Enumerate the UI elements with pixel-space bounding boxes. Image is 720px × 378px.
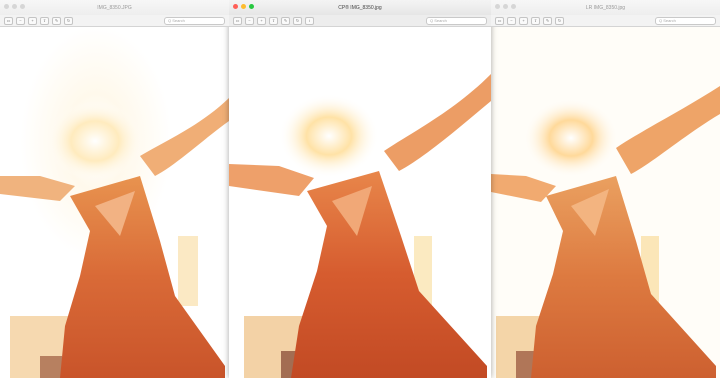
- close-button[interactable]: [495, 4, 500, 9]
- window-title: CP® IMG_8350.jpg: [338, 4, 382, 11]
- close-button[interactable]: [233, 4, 238, 9]
- preview-window-left: IMG_8350.JPG ▭ − + ⇧ ✎ ↻ Q Search: [0, 0, 229, 378]
- traffic-lights: [495, 4, 516, 9]
- photo-image: [0, 26, 229, 378]
- zoom-button[interactable]: [249, 4, 254, 9]
- window-titlebar[interactable]: LR IMG_8350.jpg: [491, 0, 720, 16]
- preview-window-middle: CP® IMG_8350.jpg ▭ − + ⇧ ✎ ↻ i Q Search: [229, 0, 491, 378]
- info-icon[interactable]: i: [305, 16, 314, 25]
- photo-view: [0, 26, 229, 378]
- photo-view: [229, 26, 491, 378]
- preview-window-right: LR IMG_8350.jpg ▭ − + ⇧ ✎ ↻ Q Search: [491, 0, 720, 378]
- close-button[interactable]: [4, 4, 9, 9]
- zoom-in-icon[interactable]: +: [519, 16, 528, 25]
- zoom-in-icon[interactable]: +: [257, 16, 266, 25]
- zoom-button[interactable]: [511, 4, 516, 9]
- sidebar-toggle-icon[interactable]: ▭: [233, 16, 242, 25]
- window-toolbar: ▭ − + ⇧ ✎ ↻ i Q Search: [229, 15, 491, 27]
- traffic-lights: [4, 4, 25, 9]
- window-titlebar[interactable]: IMG_8350.JPG: [0, 0, 229, 16]
- rotate-icon[interactable]: ↻: [555, 16, 564, 25]
- minimize-button[interactable]: [12, 4, 17, 9]
- window-titlebar[interactable]: CP® IMG_8350.jpg: [229, 0, 491, 16]
- window-title: LR IMG_8350.jpg: [585, 4, 626, 11]
- zoom-out-icon[interactable]: −: [16, 16, 25, 25]
- share-icon[interactable]: ⇧: [40, 16, 49, 25]
- search-field[interactable]: Q Search: [655, 16, 716, 25]
- window-title: IMG_8350.JPG: [97, 4, 132, 11]
- photo-image: [491, 26, 720, 378]
- share-icon[interactable]: ⇧: [531, 16, 540, 25]
- zoom-out-icon[interactable]: −: [245, 16, 254, 25]
- zoom-out-icon[interactable]: −: [507, 16, 516, 25]
- traffic-lights: [233, 4, 254, 9]
- markup-icon[interactable]: ✎: [543, 16, 552, 25]
- zoom-in-icon[interactable]: +: [28, 16, 37, 25]
- rotate-icon[interactable]: ↻: [64, 16, 73, 25]
- markup-icon[interactable]: ✎: [281, 16, 290, 25]
- sidebar-toggle-icon[interactable]: ▭: [4, 16, 13, 25]
- markup-icon[interactable]: ✎: [52, 16, 61, 25]
- search-field[interactable]: Q Search: [164, 16, 225, 25]
- window-toolbar: ▭ − + ⇧ ✎ ↻ Q Search: [0, 15, 229, 27]
- share-icon[interactable]: ⇧: [269, 16, 278, 25]
- photo-view: [491, 26, 720, 378]
- minimize-button[interactable]: [241, 4, 246, 9]
- window-toolbar: ▭ − + ⇧ ✎ ↻ Q Search: [491, 15, 720, 27]
- zoom-button[interactable]: [20, 4, 25, 9]
- sidebar-toggle-icon[interactable]: ▭: [495, 16, 504, 25]
- minimize-button[interactable]: [503, 4, 508, 9]
- photo-image: [229, 26, 491, 378]
- rotate-icon[interactable]: ↻: [293, 16, 302, 25]
- search-field[interactable]: Q Search: [426, 16, 487, 25]
